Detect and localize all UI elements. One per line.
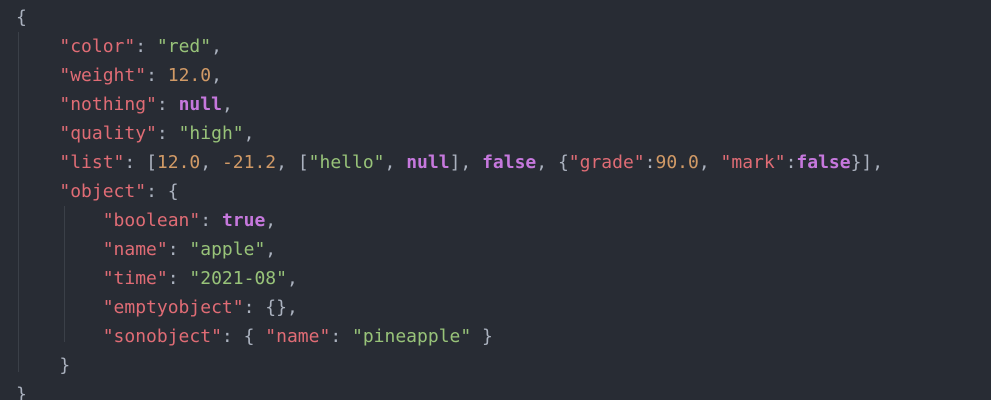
code-token: "apple" xyxy=(189,239,266,260)
code-line: } xyxy=(16,351,70,380)
code-token: , xyxy=(384,152,407,173)
code-token: , xyxy=(243,123,255,144)
code-token: : xyxy=(167,239,190,260)
code-token: null xyxy=(178,94,222,115)
code-line: } xyxy=(16,380,27,400)
code-line: "boolean": true, xyxy=(16,206,276,235)
code-token: } xyxy=(59,355,71,376)
code-token: ], xyxy=(449,152,483,173)
code-token: "name" xyxy=(102,239,168,260)
code-line: "weight": 12.0, xyxy=(16,61,222,90)
code-line: "quality": "high", xyxy=(16,119,254,148)
code-token: "pineapple" xyxy=(352,326,472,347)
code-token: "boolean" xyxy=(102,210,201,231)
code-token: false xyxy=(796,152,851,173)
code-token: , { xyxy=(536,152,569,173)
code-token: "weight" xyxy=(59,65,147,86)
code-token: "list" xyxy=(59,152,125,173)
code-token: false xyxy=(482,152,537,173)
code-token: "color" xyxy=(59,36,136,57)
code-token: : xyxy=(330,326,352,347)
code-token: : xyxy=(156,94,179,115)
code-token: 12.0 xyxy=(167,65,212,86)
code-token: , xyxy=(698,152,721,173)
code-line: "name": "apple", xyxy=(16,235,276,264)
code-token: } xyxy=(16,384,27,400)
code-token: "high" xyxy=(178,123,244,144)
code-token: 90.0 xyxy=(655,152,699,173)
code-token: null xyxy=(406,152,450,173)
code-token: -21.2 xyxy=(221,152,277,173)
code-line: "sonobject": { "name": "pineapple" } xyxy=(16,322,493,351)
code-token: : {}, xyxy=(243,297,298,318)
code-token: "object" xyxy=(59,181,147,202)
code-token: : [ xyxy=(124,152,157,173)
code-token: { xyxy=(16,7,27,28)
code-token: , [ xyxy=(276,152,309,173)
code-token: , xyxy=(286,268,298,289)
code-token: : xyxy=(785,152,797,173)
code-token: , xyxy=(265,239,277,260)
code-token: : xyxy=(146,65,168,86)
code-token: "quality" xyxy=(59,123,157,144)
code-token: , xyxy=(221,94,233,115)
code-token: true xyxy=(221,210,266,231)
code-token: "name" xyxy=(265,326,331,347)
code-token: : { xyxy=(221,326,266,347)
code-token: "nothing" xyxy=(59,94,157,115)
code-token: "2021-08" xyxy=(189,268,287,289)
code-line: "list": [12.0, -21.2, ["hello", null], f… xyxy=(16,148,883,177)
code-token: "grade" xyxy=(568,152,645,173)
code-token: "hello" xyxy=(308,152,385,173)
code-line: { xyxy=(16,3,27,32)
code-token: : { xyxy=(146,181,179,202)
json-code-editor[interactable]: { "color": "red", "weight": 12.0, "nothi… xyxy=(0,0,991,400)
code-token: : xyxy=(135,36,157,57)
code-token: , xyxy=(211,36,222,57)
code-token: "red" xyxy=(156,36,212,57)
code-token: : xyxy=(200,210,222,231)
code-line: "object": { xyxy=(16,177,179,206)
code-token: "time" xyxy=(102,268,168,289)
code-token: }], xyxy=(850,152,884,173)
code-token: : xyxy=(167,268,190,289)
code-token: "mark" xyxy=(720,152,786,173)
code-token: : xyxy=(156,123,179,144)
code-line: "time": "2021-08", xyxy=(16,264,298,293)
code-token: , xyxy=(200,152,222,173)
code-line: "nothing": null, xyxy=(16,90,233,119)
code-token: "sonobject" xyxy=(102,326,222,347)
code-line: "color": "red", xyxy=(16,32,222,61)
code-token: } xyxy=(471,326,493,347)
code-token: : xyxy=(644,152,656,173)
code-token: , xyxy=(211,65,222,86)
code-token: "emptyobject" xyxy=(102,297,244,318)
code-token: 12.0 xyxy=(156,152,201,173)
code-token: , xyxy=(265,210,277,231)
code-line: "emptyobject": {}, xyxy=(16,293,298,322)
